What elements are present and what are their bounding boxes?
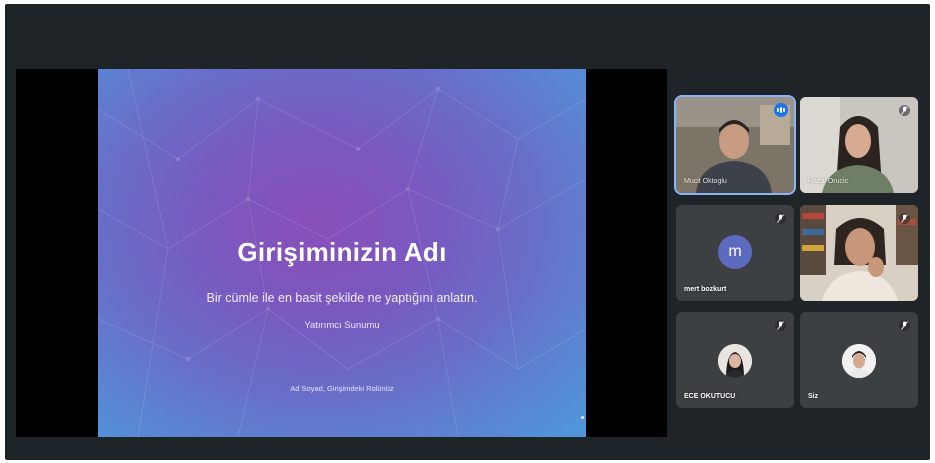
avatar bbox=[842, 344, 876, 378]
participant-tile[interactable]: Hazal Orucic bbox=[800, 97, 918, 193]
mic-off-icon bbox=[775, 213, 786, 224]
participant-name: Hazal Orucic bbox=[808, 178, 849, 185]
mic-off-icon bbox=[899, 213, 910, 224]
participant-name: Siz bbox=[808, 393, 819, 400]
pointer-dot bbox=[581, 416, 584, 419]
mic-off-icon bbox=[899, 320, 910, 331]
slide-author-line: Ad Soyad, Girişimdeki Rolünüz bbox=[290, 384, 394, 393]
mic-off-icon bbox=[899, 105, 910, 116]
participant-name: ECE OKUTUCU bbox=[684, 393, 736, 400]
meeting-window: Girişiminizin Adı Bir cümle ile en basit… bbox=[5, 4, 930, 460]
speaking-indicator-icon bbox=[774, 103, 788, 117]
participant-name: mert bozkurt bbox=[684, 286, 727, 293]
participant-name: Mucit Oktoglu bbox=[684, 178, 727, 185]
mic-off-icon bbox=[775, 320, 786, 331]
slide-subtitle: Bir cümle ile en basit şekilde ne yaptığ… bbox=[206, 291, 478, 305]
presentation-slide: Girişiminizin Adı Bir cümle ile en basit… bbox=[98, 69, 586, 437]
participant-tile[interactable] bbox=[800, 205, 918, 301]
presentation-stage[interactable]: Girişiminizin Adı Bir cümle ile en basit… bbox=[16, 69, 667, 437]
participant-tile[interactable]: ECE OKUTUCU bbox=[676, 312, 794, 408]
participant-tile[interactable]: Mucit Oktoglu bbox=[676, 97, 794, 193]
avatar: m bbox=[718, 235, 752, 269]
avatar bbox=[718, 344, 752, 378]
slide-title: Girişiminizin Adı bbox=[237, 237, 447, 267]
slide-tagline: Yatırımcı Sunumu bbox=[304, 320, 380, 331]
participant-tile[interactable]: Siz bbox=[800, 312, 918, 408]
participant-tile[interactable]: m mert bozkurt bbox=[676, 205, 794, 301]
